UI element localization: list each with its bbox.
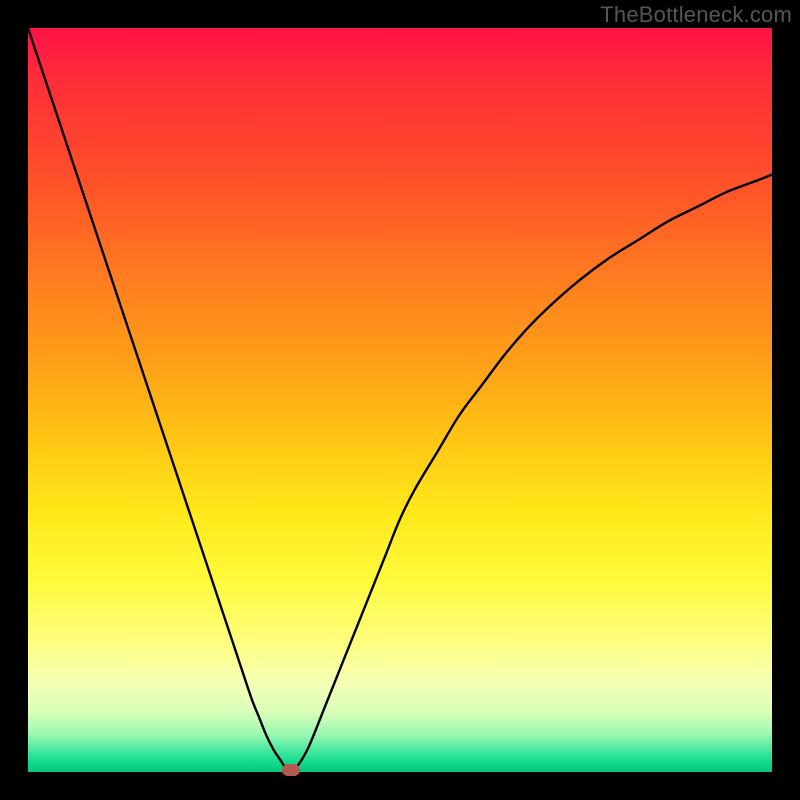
watermark-text: TheBottleneck.com: [600, 2, 792, 28]
curve-right-branch: [296, 175, 772, 769]
min-point-marker: [282, 764, 300, 776]
plot-area: [28, 28, 772, 772]
curve-left-branch: [28, 28, 285, 768]
chart-container: TheBottleneck.com: [0, 0, 800, 800]
curve-svg: [28, 28, 772, 772]
